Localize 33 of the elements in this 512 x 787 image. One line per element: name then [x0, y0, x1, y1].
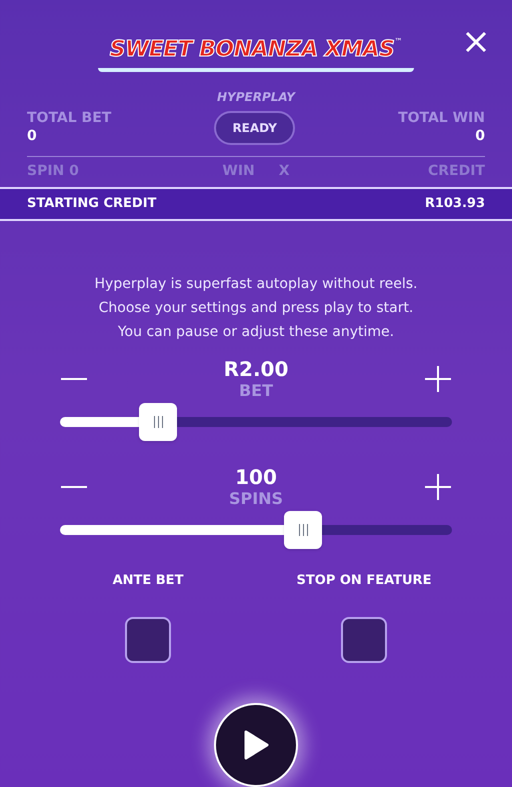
slider-value: 100: [235, 465, 277, 490]
plus-icon: [425, 366, 451, 392]
checkbox[interactable]: [125, 616, 171, 663]
spin-count: SPIN 0: [27, 162, 80, 182]
slider-value: R2.00: [224, 357, 288, 382]
minus-icon: [61, 378, 87, 380]
close-icon: [465, 31, 487, 53]
total-bet-value: 0: [27, 126, 38, 146]
option-label: ANTE BET: [112, 572, 184, 590]
ready-button[interactable]: READY: [214, 110, 295, 144]
checkbox[interactable]: [341, 616, 387, 663]
total-bet-label: TOTAL BET: [27, 110, 112, 126]
total-win-label: TOTAL WIN: [398, 110, 485, 126]
slider-label: BET: [238, 381, 274, 402]
plus-icon: [425, 474, 451, 500]
total-win-value: 0: [475, 126, 485, 146]
game-logo: SWEET BONANZA XMAS™: [98, 36, 414, 72]
option-label: STOP ON FEATURE: [296, 572, 432, 590]
slider-label: SPINS: [228, 489, 284, 510]
slider-handle[interactable]: [284, 511, 322, 550]
play-button[interactable]: [214, 702, 298, 787]
minus-icon: [61, 486, 87, 488]
play-icon: [243, 730, 269, 760]
slider-handle[interactable]: [139, 403, 177, 442]
description-text: Hyperplay is superfast autoplay without reels.: [94, 275, 418, 294]
credit-label: CREDIT: [426, 162, 485, 182]
starting-credit-label: STARTING CREDIT: [27, 195, 156, 214]
hyperplay-label: HYPERPLAY: [216, 88, 295, 106]
starting-credit-value: R103.93: [424, 195, 485, 214]
win-label: WIN: [222, 162, 255, 182]
description-text: Choose your settings and press play to start.: [98, 299, 414, 318]
multiplier-label: X: [278, 162, 290, 182]
description-text: You can pause or adjust these anytime.: [118, 323, 394, 342]
